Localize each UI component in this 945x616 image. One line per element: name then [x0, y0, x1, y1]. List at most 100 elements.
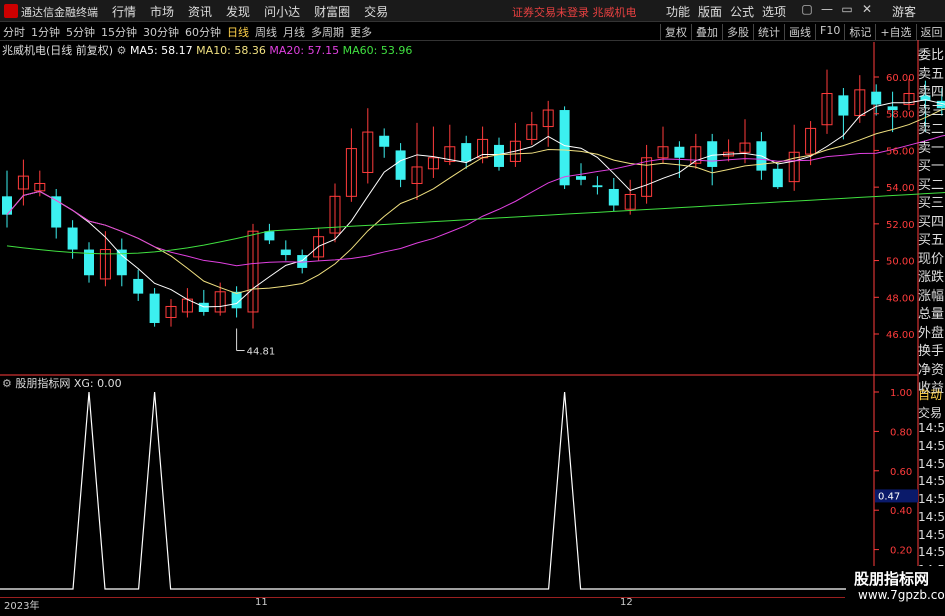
price-label: 48.00: [886, 293, 915, 304]
candle-body-down: [149, 293, 160, 323]
quote-label: 买三: [918, 196, 945, 211]
period-intraday[interactable]: 分时: [3, 24, 25, 40]
period-more[interactable]: 更多: [350, 24, 372, 40]
app-title: 通达信金融终端: [21, 6, 98, 19]
menu-wealth[interactable]: 财富圈: [314, 3, 350, 20]
close-window-icon[interactable]: ✕: [858, 2, 876, 16]
period-multi[interactable]: 多周期: [311, 24, 344, 40]
menu-news[interactable]: 资讯: [188, 3, 212, 20]
trade-label: 交易: [918, 405, 943, 420]
indicator-axis-label: 0.40: [890, 506, 912, 517]
price-label: 60.00: [886, 73, 915, 84]
user-guest[interactable]: 游客: [892, 3, 916, 20]
menu-options[interactable]: 选项: [762, 3, 786, 20]
quote-label: 外盘: [918, 325, 945, 341]
stock-name[interactable]: 兆威机电(日线 前复权): [2, 44, 113, 57]
main-menu: 行情 市场 资讯 发现 问小达 财富圈 交易: [112, 3, 402, 20]
price-label: 58.00: [886, 110, 915, 121]
price-label: 56.00: [886, 146, 915, 157]
indicator-current-label: 0.47: [878, 491, 900, 502]
period-weekly[interactable]: 周线: [255, 24, 277, 40]
tool-mark[interactable]: 标记: [844, 24, 875, 40]
trade-label: 14:56: [918, 527, 945, 542]
menu-formula[interactable]: 公式: [730, 3, 754, 20]
indicator-axis-label: 0.20: [890, 546, 912, 557]
indicator-gear-icon[interactable]: ⚙: [2, 377, 15, 390]
minimize-window-icon[interactable]: —: [818, 2, 836, 16]
ma10-value: MA10: 58.36: [196, 44, 266, 57]
price-label: 46.00: [886, 330, 915, 341]
candle-body-down: [198, 302, 209, 312]
tool-f10[interactable]: F10: [815, 24, 844, 40]
candle-body-down: [280, 249, 291, 256]
period-30min[interactable]: 30分钟: [143, 24, 179, 40]
indicator-axis-label: 0.60: [890, 467, 912, 478]
candle-body-down: [67, 227, 78, 250]
maximize-window-icon[interactable]: ▭: [838, 2, 856, 16]
tool-add-watchlist[interactable]: +自选: [875, 24, 915, 40]
quote-side-panel: 委比 卖五 卖四 卖三 卖二 卖一 买一 买二 买三 买四 买五 现价 涨跌 涨幅 总量 外盘 换手 净资 收益: [918, 44, 945, 396]
moving-average-lines: [6, 99, 945, 308]
trade-label: 14:56: [918, 439, 945, 454]
price-label: 52.00: [886, 220, 915, 231]
trade-label: 自动: [918, 388, 943, 402]
tool-multi-stock[interactable]: 多股: [722, 24, 753, 40]
trade-label: 14:56: [918, 509, 945, 524]
period-1min[interactable]: 1分钟: [31, 24, 60, 40]
ma20-value: MA20: 57.15: [269, 44, 340, 57]
menu-markets[interactable]: 市场: [150, 3, 174, 20]
menu-functions[interactable]: 功能: [666, 3, 690, 20]
quote-label: 委比: [918, 48, 945, 63]
tool-overlay[interactable]: 叠加: [691, 24, 722, 40]
trade-label: 14:56: [918, 545, 945, 560]
indicator-axis-label: 0.80: [890, 427, 912, 438]
period-60min[interactable]: 60分钟: [185, 24, 221, 40]
quote-label: 买四: [918, 214, 945, 230]
quote-label: 买二: [918, 177, 945, 193]
ma20-line: [6, 134, 945, 267]
candle-body-down: [576, 176, 586, 180]
trade-label: 14:56: [918, 492, 945, 507]
watermark-title: 股朋指标网: [854, 570, 930, 588]
period-monthly[interactable]: 月线: [283, 24, 305, 40]
app-logo-icon: [4, 4, 18, 18]
candle-body-down: [608, 188, 619, 206]
indicator-info-line: ⚙ 股朋指标网 XG: 0.00: [2, 375, 122, 391]
price-axis: 60.00 58.00 56.00 54.00 52.00 50.00 48.00 46.00: [874, 73, 915, 341]
candle-body-down: [133, 278, 144, 294]
chart-grid: [0, 40, 919, 609]
candle-body-down: [2, 196, 12, 215]
low-annotation: 44.81: [247, 347, 276, 358]
tool-statistics[interactable]: 统计: [753, 24, 784, 40]
tool-adjust[interactable]: 复权: [660, 24, 691, 40]
watermark-url: www.7gpzb.com: [858, 588, 945, 602]
quote-label: 买一: [918, 159, 945, 174]
menu-discover[interactable]: 发现: [226, 3, 250, 20]
chart-tools: 复权 叠加 多股 统计 画线 F10 标记 +自选 返回: [660, 24, 945, 40]
quote-label: 卖三: [918, 103, 945, 119]
candle-body-down: [592, 185, 603, 188]
period-5min[interactable]: 5分钟: [66, 24, 95, 40]
period-daily[interactable]: 日线: [227, 24, 249, 40]
menu-trade[interactable]: 交易: [364, 3, 388, 20]
indicator-name[interactable]: 股朋指标网: [15, 377, 70, 390]
menu-layout[interactable]: 版面: [698, 3, 722, 20]
menu-market[interactable]: 行情: [112, 3, 136, 20]
tool-back[interactable]: 返回: [915, 24, 945, 40]
price-label: 50.00: [886, 257, 915, 268]
price-label: 54.00: [886, 183, 915, 194]
watermark: 股朋指标网 www.7gpzb.com: [846, 566, 945, 609]
ma5-value: MA5: 58.17: [129, 44, 193, 57]
trade-label: 14:56: [918, 474, 945, 489]
login-notice[interactable]: 证券交易未登录 兆威机电: [512, 4, 637, 20]
title-bar: 通达信金融终端 行情 市场 资讯 发现 问小达 财富圈 交易 证券交易未登录 兆…: [0, 0, 945, 22]
tool-draw[interactable]: 画线: [784, 24, 815, 40]
settings-gear-icon[interactable]: ⚙: [117, 44, 130, 57]
kline-chart[interactable]: 60.00 58.00 56.00 54.00 52.00 50.00 48.00 46.00…: [0, 40, 945, 609]
ma60-value: MA60: 53.96: [342, 44, 413, 57]
candle-body-down: [674, 146, 685, 158]
quote-label: 涨跌: [918, 270, 945, 285]
period-15min[interactable]: 15分钟: [101, 24, 137, 40]
menu-assistant[interactable]: 问小达: [264, 3, 300, 20]
restore-window-icon[interactable]: ▢: [798, 2, 816, 16]
